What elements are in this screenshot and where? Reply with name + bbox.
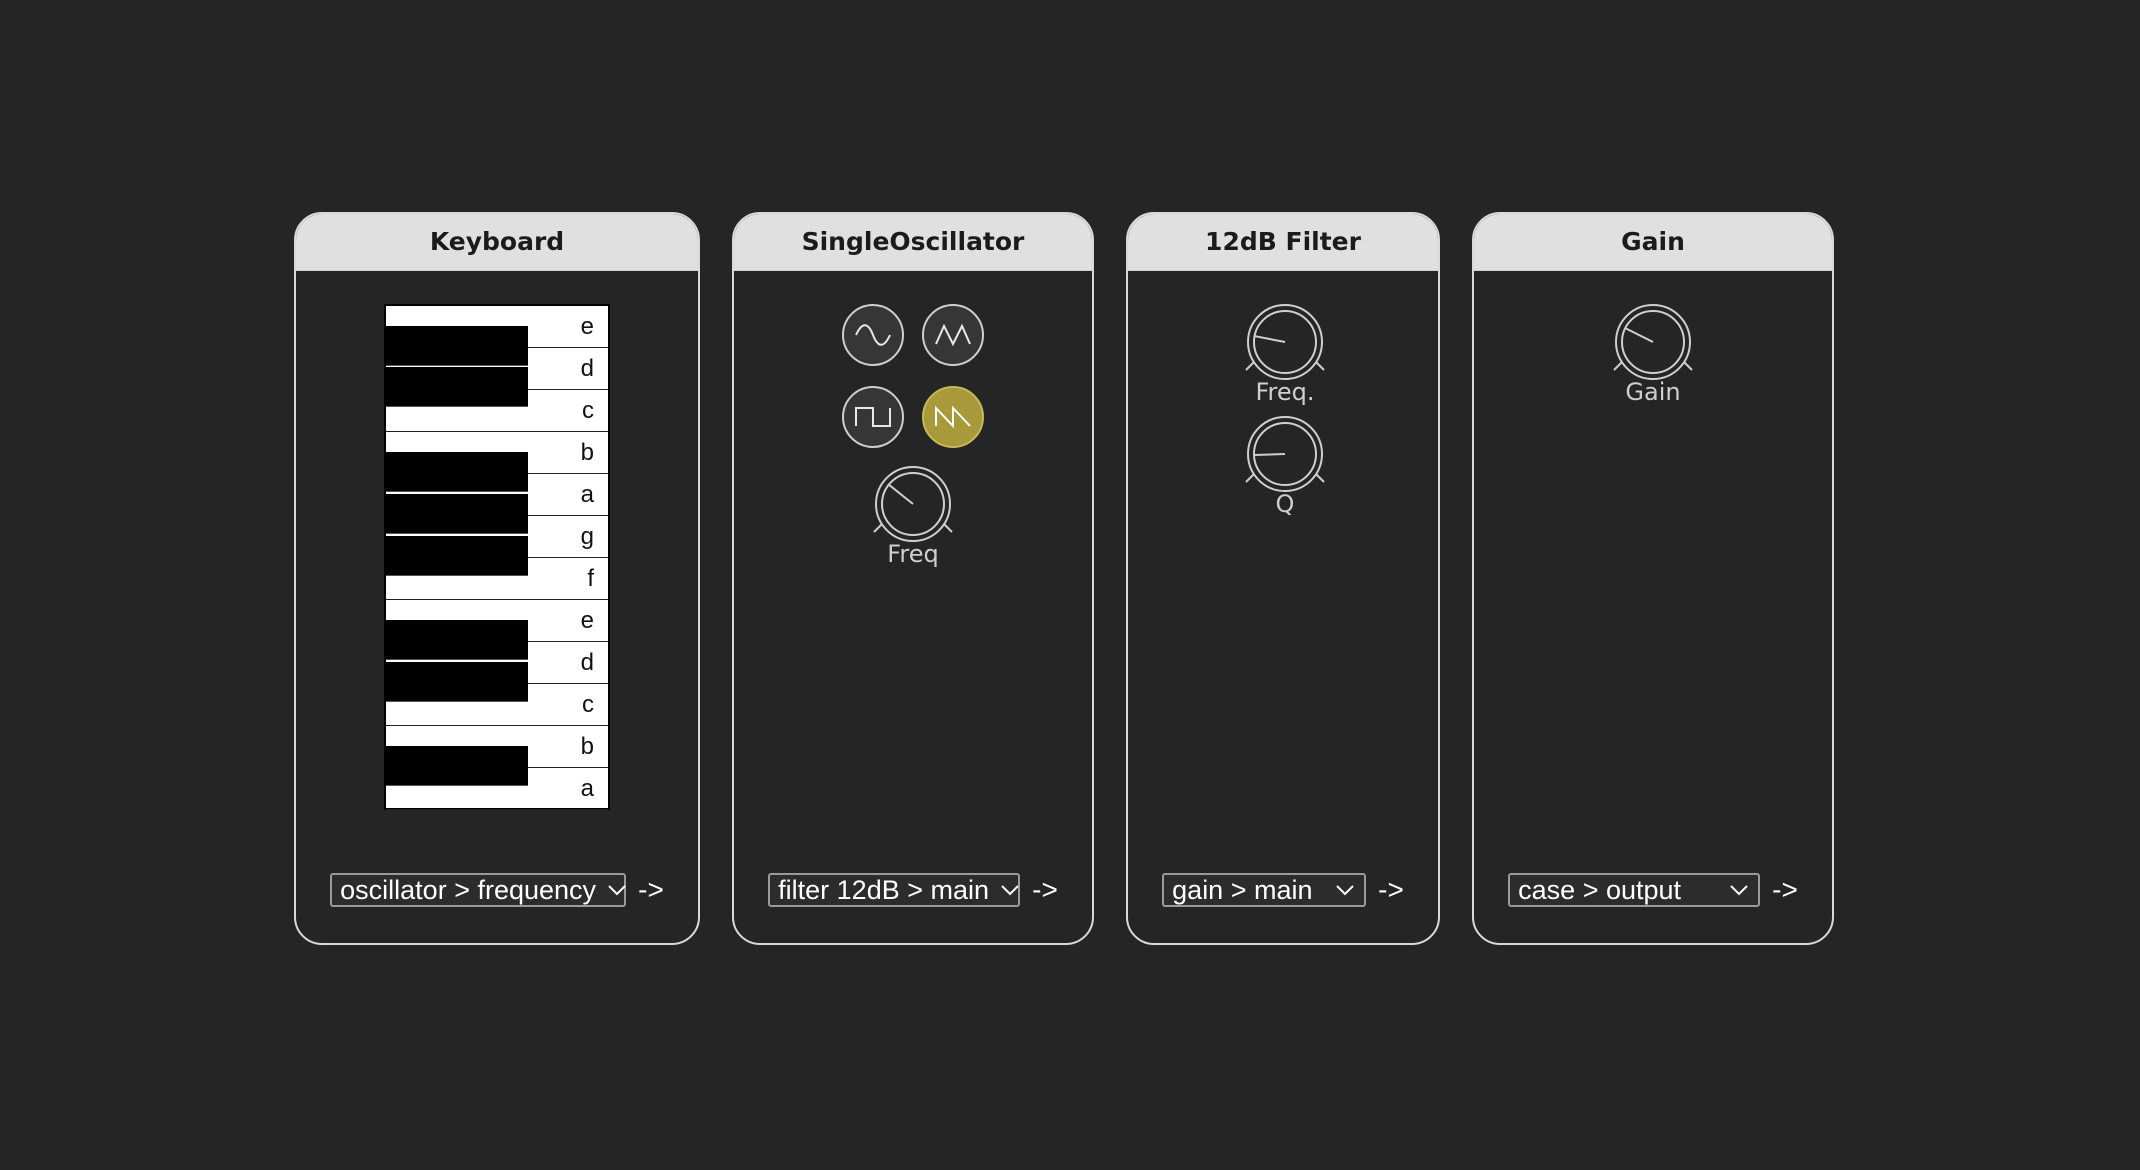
route-arrow[interactable]: -> (638, 874, 664, 906)
piano-keyboard: e d c b a g f e d c b a (384, 304, 610, 810)
sine-wave-icon (855, 324, 891, 346)
triangle-wave-button[interactable] (922, 304, 984, 366)
filter-module: 12dB Filter Freq. Q gain > main -> (1126, 212, 1440, 945)
route-select-value: case > output (1518, 875, 1682, 905)
sawtooth-wave-button[interactable] (922, 386, 984, 448)
route-select[interactable]: filter 12dB > main (768, 873, 1021, 907)
synth-rack: Keyboard e d c b a g f e d c b a oscilla… (0, 0, 2140, 1170)
oscillator-module: SingleOscillator Freq filter 12dB > main… (732, 212, 1094, 945)
black-key[interactable] (386, 367, 528, 407)
filter-q-knob[interactable] (1240, 416, 1330, 492)
route-arrow[interactable]: -> (1032, 874, 1058, 906)
black-key[interactable] (386, 452, 528, 492)
black-key[interactable] (386, 746, 528, 786)
black-key[interactable] (386, 494, 528, 534)
route-row: filter 12dB > main -> (734, 873, 1092, 907)
filter-q-knob-control: Q (1240, 416, 1330, 518)
module-title: SingleOscillator (734, 214, 1092, 271)
chevron-down-icon (1336, 885, 1354, 896)
freq-knob-control: Freq (868, 466, 958, 568)
chevron-down-icon (1001, 885, 1019, 896)
filter-freq-knob-control: Freq. (1240, 304, 1330, 406)
black-key[interactable] (386, 536, 528, 576)
triangle-wave-icon (935, 323, 971, 347)
knob-label: Q (1275, 490, 1295, 518)
knob-label: Gain (1625, 378, 1681, 406)
route-select-value: oscillator > frequency (340, 875, 597, 905)
keyboard-module: Keyboard e d c b a g f e d c b a oscilla… (294, 212, 700, 945)
route-select-value: gain > main (1172, 875, 1313, 905)
route-select[interactable]: oscillator > frequency (330, 873, 627, 907)
square-wave-button[interactable] (842, 386, 904, 448)
module-title: Gain (1474, 214, 1832, 271)
sawtooth-wave-icon (935, 405, 971, 429)
sine-wave-button[interactable] (842, 304, 904, 366)
black-key[interactable] (386, 620, 528, 660)
route-select[interactable]: case > output (1508, 873, 1761, 907)
filter-freq-knob[interactable] (1240, 304, 1330, 380)
chevron-down-icon (608, 885, 626, 896)
gain-knob[interactable] (1608, 304, 1698, 380)
route-row: oscillator > frequency -> (296, 873, 698, 907)
chevron-down-icon (1730, 885, 1748, 896)
route-arrow[interactable]: -> (1772, 874, 1798, 906)
gain-knob-control: Gain (1608, 304, 1698, 406)
square-wave-icon (855, 407, 891, 427)
knob-label: Freq. (1255, 378, 1315, 406)
route-row: gain > main -> (1128, 873, 1438, 907)
route-arrow[interactable]: -> (1378, 874, 1404, 906)
module-title: Keyboard (296, 214, 698, 271)
route-select-value: filter 12dB > main (778, 875, 990, 905)
gain-module: Gain Gain case > output -> (1472, 212, 1834, 945)
black-key[interactable] (386, 662, 528, 702)
knob-label: Freq (887, 540, 939, 568)
route-select[interactable]: gain > main (1162, 873, 1367, 907)
freq-knob[interactable] (868, 466, 958, 542)
route-row: case > output -> (1474, 873, 1832, 907)
module-title: 12dB Filter (1128, 214, 1438, 271)
black-key[interactable] (386, 326, 528, 366)
